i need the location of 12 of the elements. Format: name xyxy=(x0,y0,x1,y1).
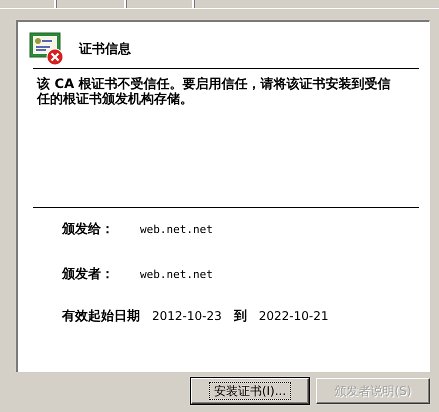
valid-to-date: 2022-10-21 xyxy=(258,309,328,323)
to-label: 到 xyxy=(234,308,247,325)
trust-warning-text: 该 CA 根证书不受信任。要启用信任，请将该证书安装到受信任的根证书颁发机构存储。 xyxy=(37,77,392,107)
dialog-heading: 证书信息 xyxy=(79,41,131,58)
dialog-button[interactable]: 安装证书(I)... xyxy=(191,378,309,404)
issued-by-label: 颁发者： xyxy=(62,266,115,283)
validity-label: 有效起始日期 xyxy=(62,308,140,325)
certificate-error-icon xyxy=(29,32,65,66)
issued-to-label: 颁发给： xyxy=(62,221,115,238)
valid-from-date: 2012-10-23 xyxy=(152,309,222,323)
issued-by-value: web.net.net xyxy=(140,268,213,280)
issued-to-value: web.net.net xyxy=(140,222,213,236)
